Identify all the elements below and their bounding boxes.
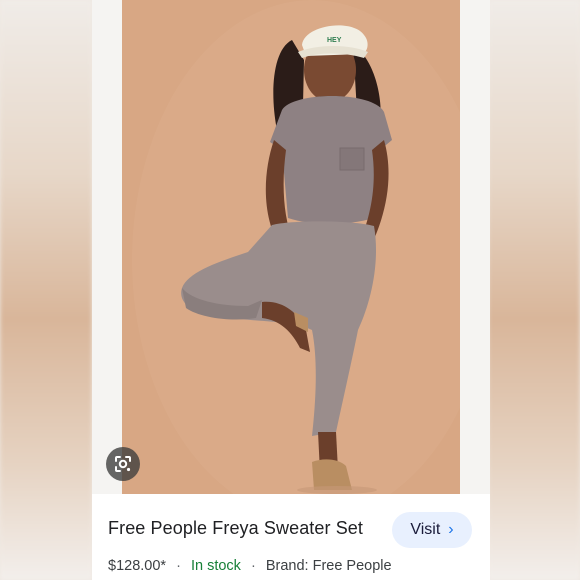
google-lens-icon — [115, 456, 131, 472]
visit-label: Visit — [410, 521, 441, 538]
stock-status: In stock — [190, 558, 241, 574]
blurred-background-left — [0, 0, 92, 580]
image-panel: HEY — [92, 0, 490, 494]
product-card: HEY Free People Freya Sweater Set Visit … — [92, 0, 490, 580]
separator-dot: · — [250, 558, 256, 574]
separator-dot: · — [176, 558, 181, 574]
google-lens-button[interactable] — [106, 447, 140, 481]
search-result-page: HEY Free People Freya Sweater Set Visit … — [0, 0, 580, 580]
hat-text: HEY — [327, 37, 342, 44]
product-photo[interactable]: HEY — [122, 0, 460, 494]
product-photo-illustration: HEY — [122, 0, 460, 494]
product-info: Free People Freya Sweater Set Visit › $1… — [92, 494, 490, 580]
product-brand: Brand: Free People — [265, 558, 392, 574]
blurred-background-right — [488, 0, 580, 580]
visit-button[interactable]: Visit › — [392, 512, 472, 548]
chevron-right-icon: › — [448, 521, 454, 538]
product-price: $128.00* — [108, 558, 167, 574]
product-title[interactable]: Free People Freya Sweater Set — [108, 518, 363, 539]
product-meta: $128.00* · In stock · Brand: Free People — [108, 558, 392, 574]
